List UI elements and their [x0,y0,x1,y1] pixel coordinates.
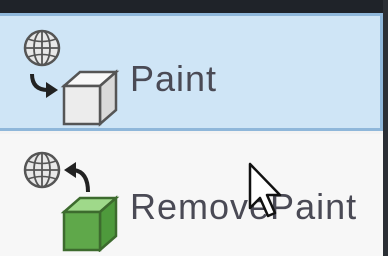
material-globe-icon [23,151,61,189]
menu-item-paint[interactable]: Paint [0,13,383,131]
context-menu: Paint RemovePaint [0,0,388,256]
material-globe-icon [23,29,61,67]
green-cube-icon [60,195,120,253]
remove-paint-icon [12,146,128,253]
menu-item-remove-paint[interactable]: RemovePaint [0,134,383,256]
remove-arrow-icon [64,162,90,193]
menu-item-label: RemovePaint [130,186,358,227]
menu-item-label: Paint [130,58,218,99]
arrow-cursor-icon [248,162,282,218]
apply-arrow-icon [30,73,58,98]
paint-face-icon [12,24,128,130]
top-edge [0,0,388,13]
cube-icon [60,69,120,127]
right-edge [383,0,388,256]
